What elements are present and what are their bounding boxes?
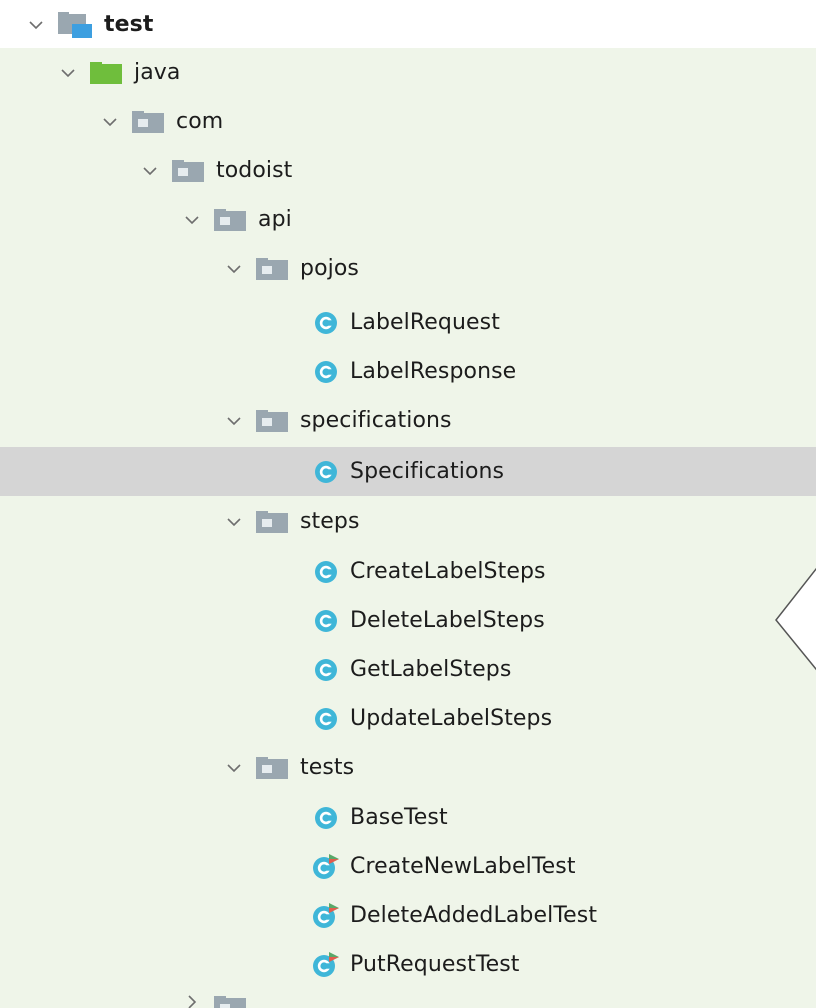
tree-item-class[interactable]: LabelRequest [0, 298, 816, 347]
package-folder-icon [172, 160, 204, 182]
tree-item-label: CreateNewLabelTest [350, 854, 576, 879]
chevron-down-icon[interactable] [28, 17, 44, 33]
popup-edge-shape [775, 567, 816, 671]
package-folder-icon [256, 757, 288, 779]
tree-item-tests[interactable]: tests [0, 743, 816, 792]
tree-item-label: java [134, 60, 181, 85]
tree-item-label: LabelResponse [350, 359, 517, 384]
tree-item-test-class[interactable]: PutRequestTest [0, 940, 816, 989]
tree-item-java[interactable]: java [0, 48, 816, 97]
project-tree: test java com todoist api pojos LabelReq… [0, 0, 816, 1008]
tree-item-label: api [258, 207, 292, 232]
tree-item-cut-off-folder[interactable] [0, 988, 816, 1008]
source-folder-icon [90, 62, 122, 84]
tree-item-specifications[interactable]: specifications [0, 396, 816, 445]
test-root-folder-icon [58, 12, 92, 38]
tree-item-pojos[interactable]: pojos [0, 244, 816, 293]
tree-item-label: todoist [216, 158, 293, 183]
tree-item-label: UpdateLabelSteps [350, 706, 553, 731]
tree-item-test[interactable]: test [0, 0, 816, 49]
tree-item-class[interactable]: UpdateLabelSteps [0, 694, 816, 743]
tree-item-label: GetLabelSteps [350, 657, 512, 682]
test-class-icon [312, 903, 340, 929]
java-class-icon [314, 311, 338, 335]
tree-item-test-class[interactable]: DeleteAddedLabelTest [0, 891, 816, 940]
tree-item-label: tests [300, 755, 355, 780]
package-folder-icon [214, 996, 246, 1008]
package-folder-icon [256, 258, 288, 280]
tree-item-label: BaseTest [350, 805, 448, 830]
chevron-down-icon[interactable] [226, 261, 242, 277]
tree-item-todoist[interactable]: todoist [0, 146, 816, 195]
tree-item-label: DeleteAddedLabelTest [350, 903, 598, 928]
test-class-icon [312, 854, 340, 880]
chevron-down-icon[interactable] [142, 163, 158, 179]
chevron-down-icon[interactable] [184, 212, 200, 228]
tree-item-steps[interactable]: steps [0, 497, 816, 546]
test-class-icon [312, 952, 340, 978]
tree-item-label: steps [300, 509, 360, 534]
package-folder-icon [256, 511, 288, 533]
tree-item-api[interactable]: api [0, 195, 816, 244]
chevron-down-icon[interactable] [226, 760, 242, 776]
tree-item-label: com [176, 109, 224, 134]
java-class-icon [314, 707, 338, 731]
tree-item-label: Specifications [350, 459, 505, 484]
tree-item-label: PutRequestTest [350, 952, 520, 977]
package-folder-icon [214, 209, 246, 231]
chevron-down-icon[interactable] [102, 114, 118, 130]
chevron-down-icon[interactable] [226, 514, 242, 530]
chevron-down-icon[interactable] [60, 65, 76, 81]
tree-item-com[interactable]: com [0, 97, 816, 146]
java-class-icon [314, 360, 338, 384]
java-class-icon [314, 460, 338, 484]
tree-item-label: test [104, 12, 154, 37]
tree-item-class[interactable]: BaseTest [0, 793, 816, 842]
java-class-icon [314, 609, 338, 633]
java-class-icon [314, 658, 338, 682]
tree-item-class[interactable]: DeleteLabelSteps [0, 596, 816, 645]
package-folder-icon [256, 410, 288, 432]
chevron-down-icon[interactable] [226, 413, 242, 429]
chevron-right-icon[interactable] [184, 994, 200, 1008]
tree-item-test-class[interactable]: CreateNewLabelTest [0, 842, 816, 891]
tree-item-label: specifications [300, 408, 452, 433]
java-class-icon [314, 806, 338, 830]
tree-item-class-selected[interactable]: Specifications [0, 447, 816, 496]
tree-item-label: DeleteLabelSteps [350, 608, 545, 633]
tree-item-label: pojos [300, 256, 359, 281]
tree-item-class[interactable]: GetLabelSteps [0, 645, 816, 694]
tree-item-class[interactable]: CreateLabelSteps [0, 547, 816, 596]
tree-item-label: LabelRequest [350, 310, 500, 335]
tree-item-label: CreateLabelSteps [350, 559, 546, 584]
package-folder-icon [132, 111, 164, 133]
java-class-icon [314, 560, 338, 584]
tree-item-class[interactable]: LabelResponse [0, 347, 816, 396]
